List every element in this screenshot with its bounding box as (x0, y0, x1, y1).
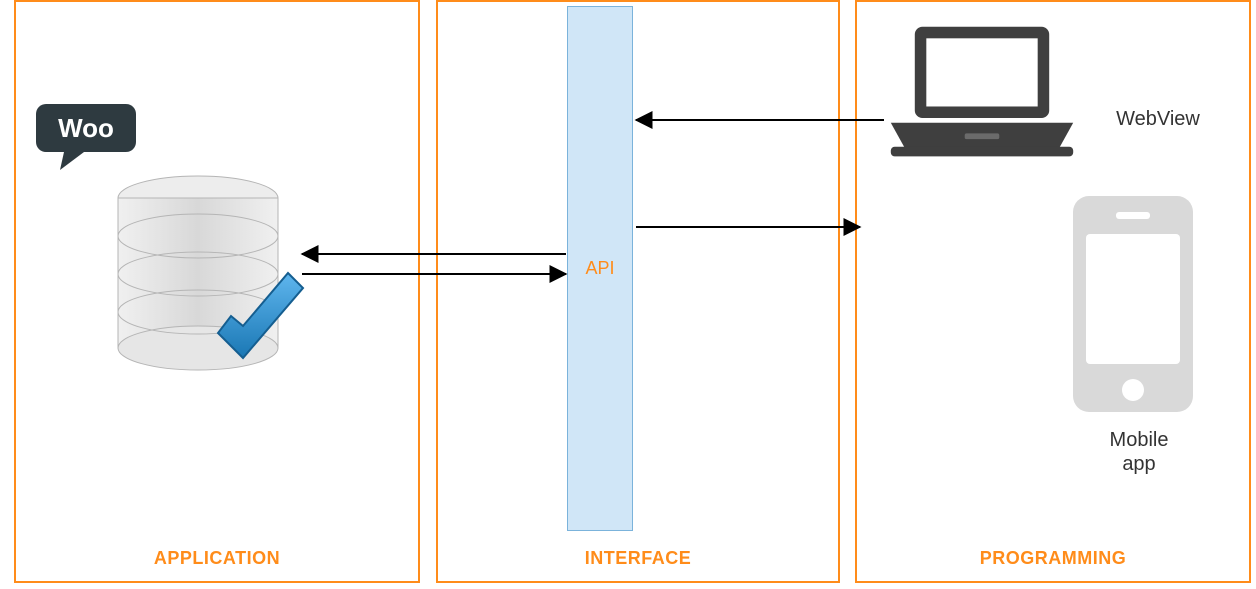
api-label: API (585, 258, 614, 279)
diagram-stage: APPLICATION INTERFACE PROGRAMMING API Wo… (0, 0, 1256, 589)
mobile-label-line1: Mobile (1110, 429, 1169, 451)
database-check-icon (108, 168, 294, 413)
phone-icon (1068, 194, 1198, 419)
panel-programming-label: PROGRAMMING (857, 548, 1249, 569)
mobile-label-line2: app (1122, 453, 1155, 475)
laptop-icon (886, 22, 1078, 171)
panel-application-label: APPLICATION (16, 548, 418, 569)
mobile-app-label: Mobile app (1084, 428, 1194, 476)
panel-interface: INTERFACE (436, 0, 840, 583)
panel-interface-label: INTERFACE (438, 548, 838, 569)
webview-label: WebView (1098, 108, 1218, 131)
woo-badge-text: Woo (58, 113, 114, 143)
api-column: API (567, 6, 633, 531)
